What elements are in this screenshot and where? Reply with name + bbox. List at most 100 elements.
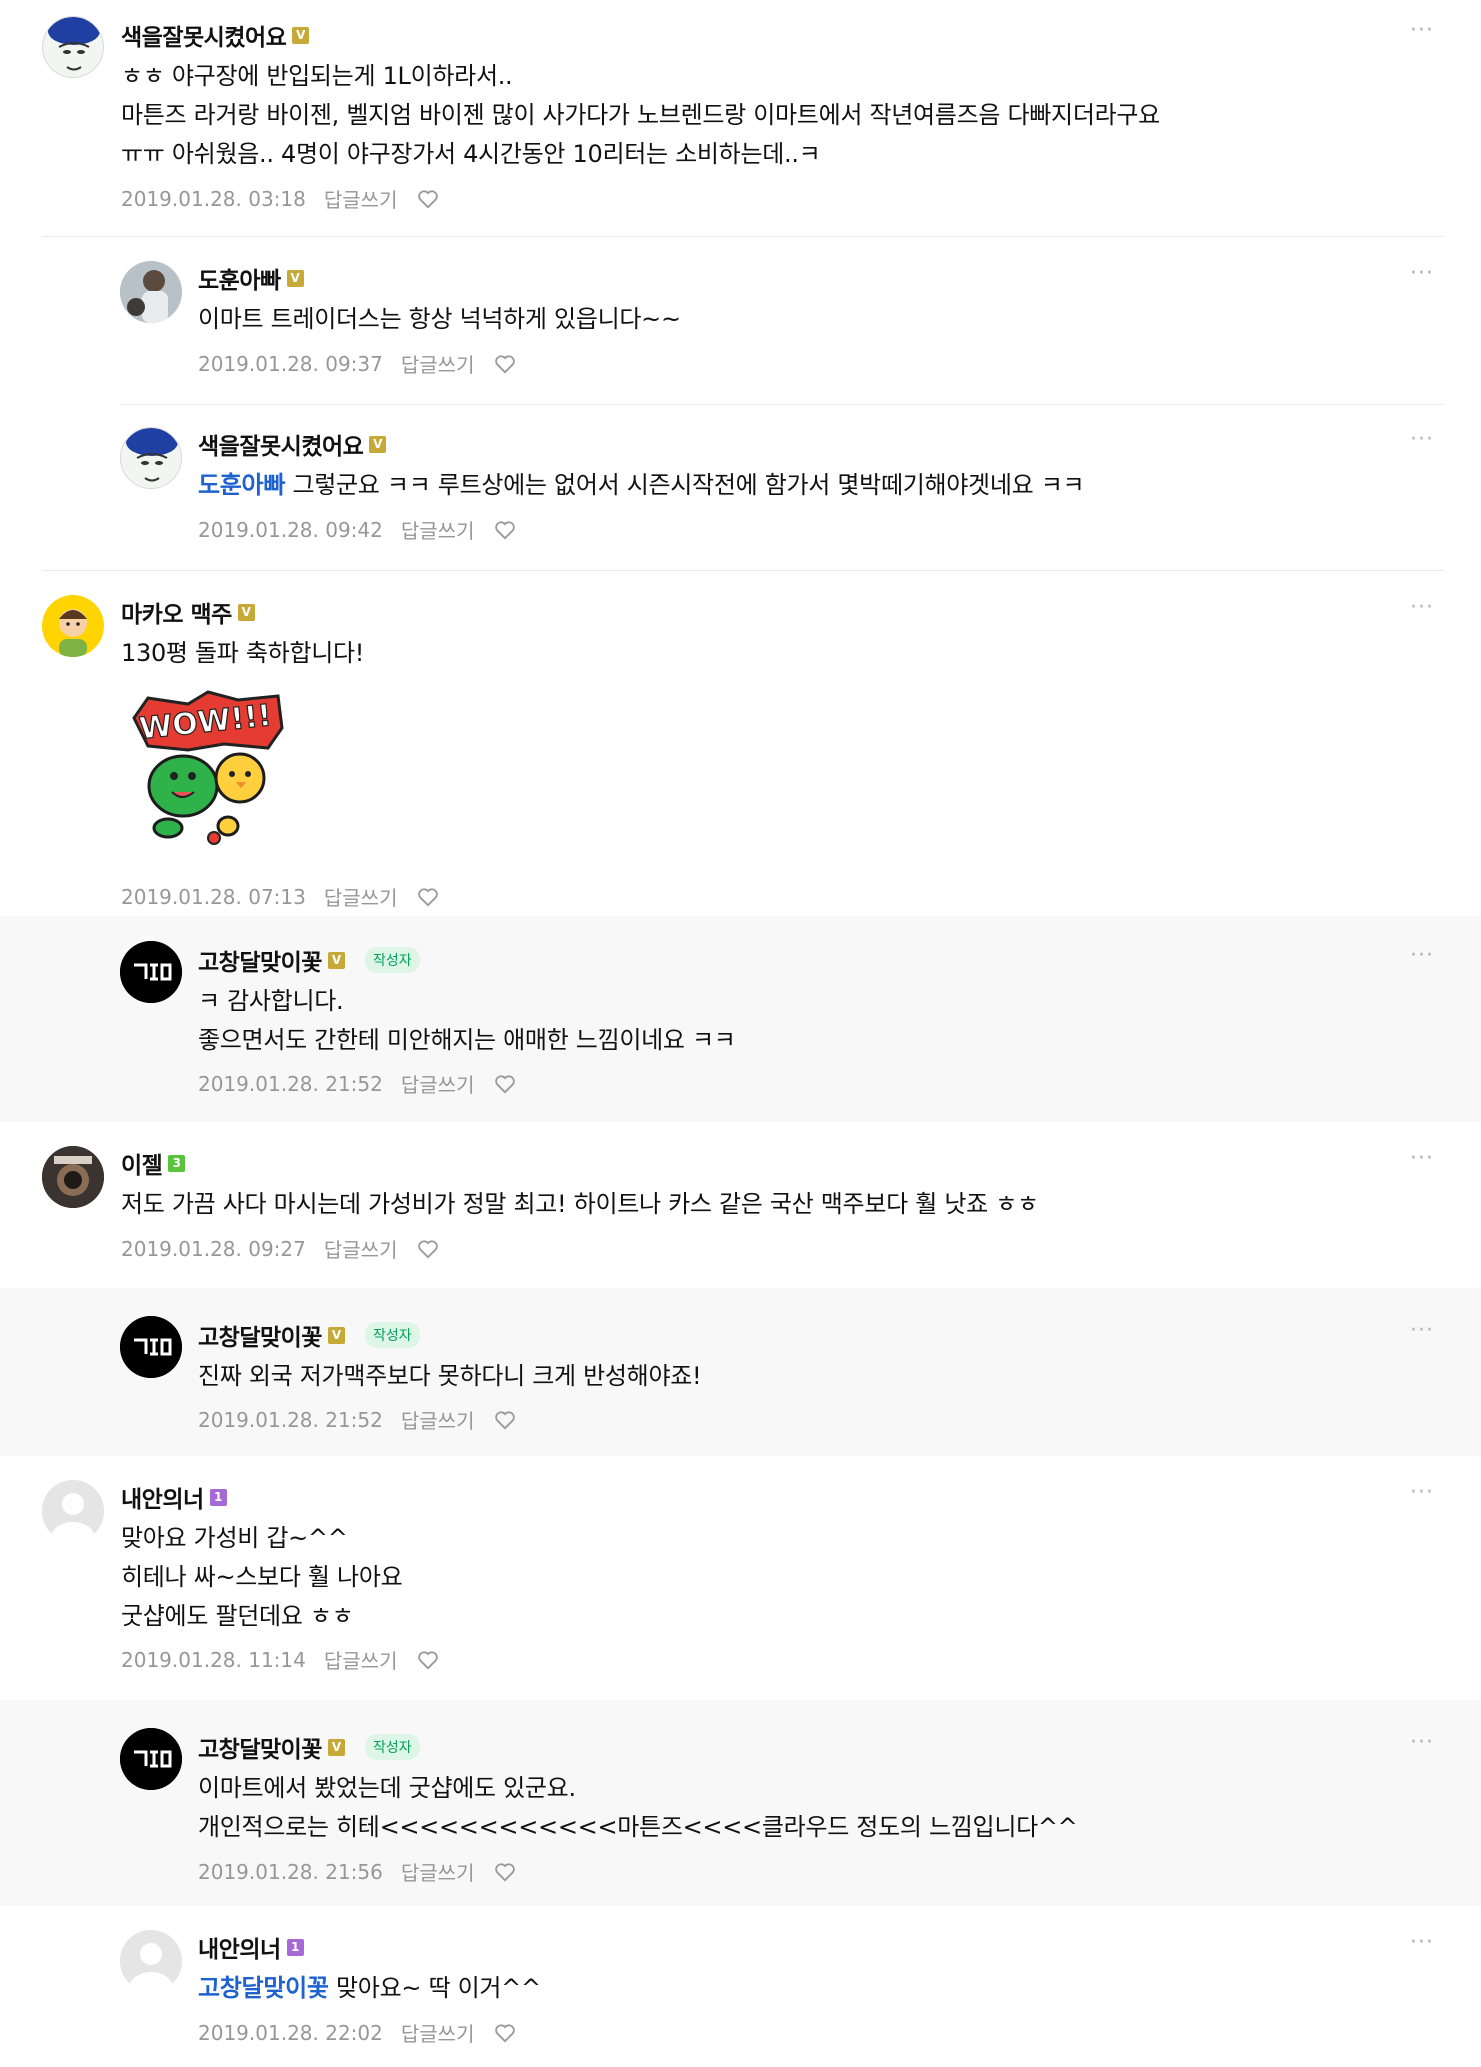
comment-text: 130평 돌파 축하합니다! <box>121 634 364 673</box>
heart-outline-icon[interactable] <box>494 1074 516 1094</box>
comment-date: 2019.01.28. 21:52 <box>198 1407 383 1432</box>
nickname[interactable]: 내안의너 <box>121 1480 204 1514</box>
author-badge: 작성자 <box>364 1322 420 1348</box>
avatar[interactable] <box>120 261 182 323</box>
comment-line: ㅎㅎ 야구장에 반입되는게 1L이하라서.. <box>121 62 513 90</box>
avatar[interactable] <box>42 16 104 78</box>
avatar[interactable] <box>120 1930 182 1992</box>
comment-line: 맞아요 가성비 갑~^^ <box>121 1524 348 1552</box>
mention-link[interactable]: 도훈아빠 <box>198 471 285 499</box>
reply-button[interactable]: 답글쓰기 <box>401 1857 475 1886</box>
nickname[interactable]: 색을잘못시켰어요 <box>198 427 364 461</box>
comment: 색을잘못시켰어요 V ㅎㅎ 야구장에 반입되는게 1L이하라서.. 마튼즈 라거랑… <box>0 0 1481 236</box>
comment-line: 이마트 트레이더스는 항상 넉넉하게 있읍니다~~ <box>198 305 681 333</box>
comment-text: 진짜 외국 저가맥주보다 못하다니 크게 반성해야죠! <box>198 1357 702 1396</box>
comment: 이젤 3 저도 가끔 사다 마시는데 가성비가 정말 최고! 하이트나 카스 같… <box>0 1122 1481 1288</box>
level-badge: 3 <box>168 1154 186 1172</box>
reply-button[interactable]: 답글쓰기 <box>324 1234 398 1263</box>
comment-date: 2019.01.28. 11:14 <box>121 1647 306 1672</box>
comment-line: ㅋ 감사합니다. <box>198 987 344 1015</box>
nickname[interactable]: 색을잘못시켰어요 <box>121 18 287 52</box>
more-button[interactable]: ··· <box>1410 1318 1434 1343</box>
reply-button[interactable]: 답글쓰기 <box>401 1069 475 1098</box>
heart-outline-icon[interactable] <box>417 887 439 907</box>
reply-button[interactable]: 답글쓰기 <box>401 2018 475 2047</box>
mention-link[interactable]: 고창달맞이꽃 <box>198 1974 329 2002</box>
avatar[interactable] <box>120 427 182 489</box>
comment-date: 2019.01.28. 07:13 <box>121 884 306 909</box>
reply-button[interactable]: 답글쓰기 <box>401 515 475 544</box>
wow-sticker: WOW!!! <box>132 690 284 845</box>
more-button[interactable]: ··· <box>1410 261 1434 286</box>
nickname[interactable]: 고창달맞이꽃 <box>198 1318 322 1352</box>
comment-date: 2019.01.28. 03:18 <box>121 186 306 211</box>
reply-comment: 내안의너 1 고창달맞이꽃 맞아요~ 딱 이거^^ 2019.01.28. 22… <box>0 1906 1481 2067</box>
level-badge: V <box>237 603 255 621</box>
level-badge: V <box>369 435 387 453</box>
heart-outline-icon[interactable] <box>494 354 516 374</box>
heart-outline-icon[interactable] <box>417 1650 439 1670</box>
heart-outline-icon[interactable] <box>494 1862 516 1882</box>
comment-line: 굿샵에도 팔던데요 ㅎㅎ <box>121 1602 354 1630</box>
more-button[interactable]: ··· <box>1410 1480 1434 1505</box>
comment-line: 마튼즈 라거랑 바이젠, 벨지엄 바이젠 많이 사가다가 노브렌드랑 이마트에서… <box>121 101 1160 129</box>
comment-line: 130평 돌파 축하합니다! <box>121 639 365 667</box>
reply-comment: 도훈아빠 V 이마트 트레이더스는 항상 넉넉하게 있읍니다~~ 2019.01… <box>0 237 1481 404</box>
more-button[interactable]: ··· <box>1410 1146 1434 1171</box>
heart-outline-icon[interactable] <box>417 189 439 209</box>
comment-text: ㅎㅎ 야구장에 반입되는게 1L이하라서.. 마튼즈 라거랑 바이젠, 벨지엄 바… <box>121 57 1160 174</box>
more-button[interactable]: ··· <box>1410 1930 1434 1955</box>
author-badge: 작성자 <box>364 947 420 973</box>
avatar[interactable] <box>42 1480 104 1542</box>
comment-line: 맞아요~ 딱 이거^^ <box>336 1974 541 2002</box>
comment-text: ㅋ 감사합니다. 좋으면서도 간한테 미안해지는 애매한 느낌이네요 ㅋㅋ <box>198 982 736 1060</box>
nickname[interactable]: 마카오 맥주 <box>121 595 232 629</box>
reply-comment: 색을잘못시켰어요 V 도훈아빠 그렇군요 ㅋㅋ 루트상에는 없어서 시즌시작전에… <box>0 405 1481 570</box>
nickname[interactable]: 이젤 <box>121 1146 163 1180</box>
comment-line: 좋으면서도 간한테 미안해지는 애매한 느낌이네요 ㅋㅋ <box>198 1026 736 1054</box>
more-button[interactable]: ··· <box>1410 943 1434 968</box>
nickname[interactable]: 도훈아빠 <box>198 261 281 295</box>
reply-button[interactable]: 답글쓰기 <box>401 349 475 378</box>
comment: 마카오 맥주 V 130평 돌파 축하합니다! WOW!!! 2019.01.2… <box>0 571 1481 916</box>
comment-line: 그렇군요 ㅋㅋ 루트상에는 없어서 시즌시작전에 함가서 몇박떼기해야겟네요 ㅋ… <box>292 471 1085 499</box>
avatar[interactable] <box>42 1146 104 1208</box>
comment-date: 2019.01.28. 21:56 <box>198 1859 383 1884</box>
heart-outline-icon[interactable] <box>494 520 516 540</box>
level-badge: V <box>327 1738 345 1756</box>
reply-button[interactable]: 답글쓰기 <box>324 1645 398 1674</box>
level-badge: V <box>292 26 310 44</box>
comment-line: 저도 가끔 사다 마시는데 가성비가 정말 최고! 하이트나 카스 같은 국산 … <box>121 1190 1039 1218</box>
more-button[interactable]: ··· <box>1410 1730 1434 1755</box>
reply-button[interactable]: 답글쓰기 <box>324 184 398 213</box>
more-button[interactable]: ··· <box>1410 18 1434 43</box>
comment-line: 진짜 외국 저가맥주보다 못하다니 크게 반성해야죠! <box>198 1362 702 1390</box>
heart-outline-icon[interactable] <box>494 1410 516 1430</box>
level-badge: 1 <box>209 1488 227 1506</box>
reply-comment-author: 고창달맞이꽃 V 작성자 이마트에서 봤었는데 굿샵에도 있군요. 개인적으로는 … <box>0 1700 1481 1906</box>
avatar[interactable] <box>120 941 182 1003</box>
avatar[interactable] <box>42 595 104 657</box>
nickname[interactable]: 고창달맞이꽃 <box>198 943 322 977</box>
reply-button[interactable]: 답글쓰기 <box>324 882 398 911</box>
avatar[interactable] <box>120 1728 182 1790</box>
reply-button[interactable]: 답글쓰기 <box>401 1405 475 1434</box>
more-button[interactable]: ··· <box>1410 427 1434 452</box>
level-badge: 1 <box>286 1938 304 1956</box>
level-badge: V <box>327 1326 345 1344</box>
heart-outline-icon[interactable] <box>494 2023 516 2043</box>
comment-text: 도훈아빠 그렇군요 ㅋㅋ 루트상에는 없어서 시즌시작전에 함가서 몇박떼기해야… <box>198 466 1085 505</box>
reply-comment-author: 고창달맞이꽃 V 작성자 ㅋ 감사합니다. 좋으면서도 간한테 미안해지는 애매한… <box>0 916 1481 1122</box>
comment-line: ㅠㅠ 아쉬웠음.. 4명이 야구장가서 4시간동안 10리터는 소비하는데..ㅋ <box>121 140 821 168</box>
nickname[interactable]: 내안의너 <box>198 1930 281 1964</box>
nickname[interactable]: 고창달맞이꽃 <box>198 1730 322 1764</box>
heart-outline-icon[interactable] <box>417 1239 439 1259</box>
author-badge: 작성자 <box>364 1734 420 1760</box>
comment-date: 2019.01.28. 22:02 <box>198 2020 383 2045</box>
comment-text: 저도 가끔 사다 마시는데 가성비가 정말 최고! 하이트나 카스 같은 국산 … <box>121 1185 1039 1224</box>
more-button[interactable]: ··· <box>1410 595 1434 620</box>
level-badge: V <box>286 269 304 287</box>
comment-date: 2019.01.28. 09:42 <box>198 517 383 542</box>
level-badge: V <box>327 951 345 969</box>
avatar[interactable] <box>120 1316 182 1378</box>
